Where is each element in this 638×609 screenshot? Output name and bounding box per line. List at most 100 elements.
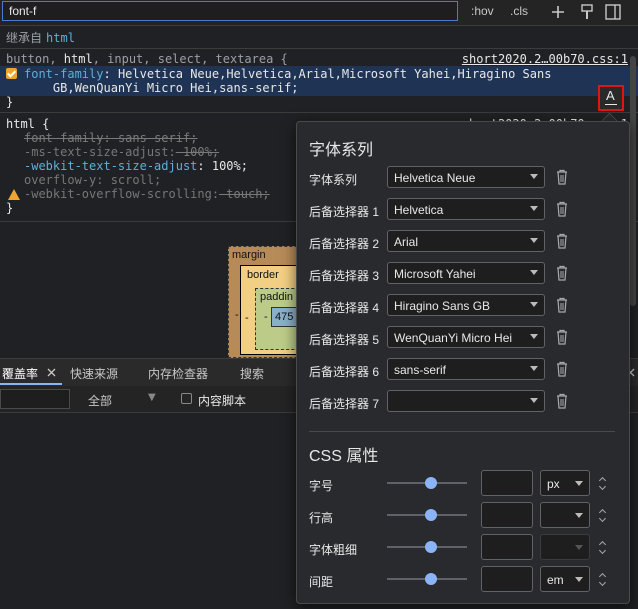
line-height-input[interactable]	[481, 502, 533, 528]
inherited-from-header: 继承自 html	[6, 29, 75, 46]
declaration-checkbox[interactable]	[6, 68, 17, 79]
font-size-input[interactable]	[481, 470, 533, 496]
active-tab-indicator	[0, 383, 62, 385]
chevron-down-icon	[530, 334, 538, 339]
margin-left-value: -	[235, 309, 239, 321]
trash-icon[interactable]	[555, 297, 569, 313]
section-divider	[309, 431, 615, 432]
border-left-value: -	[245, 312, 249, 324]
rule1-source-link[interactable]: short2020.2…00b70.css:1	[462, 52, 628, 66]
paint-brush-icon[interactable]	[578, 3, 596, 21]
trash-icon[interactable]	[555, 393, 569, 409]
rule2-declaration[interactable]: overflow-y: scroll;	[24, 173, 161, 187]
select-value: Microsoft Yahei	[394, 267, 476, 281]
trash-icon[interactable]	[555, 169, 569, 185]
font-size-stepper-icon[interactable]	[598, 474, 608, 492]
font-size-unit-select[interactable]: px	[540, 470, 590, 496]
font-family-select[interactable]: Helvetica Neue	[387, 166, 545, 188]
css-properties-section-title: CSS 属性	[309, 448, 379, 465]
styles-filter-bar: :hov .cls	[0, 0, 638, 26]
rule1-selector[interactable]: button, html, input, select, textarea {	[6, 52, 288, 66]
new-style-rule-icon[interactable]	[549, 3, 567, 21]
chevron-down-icon	[530, 206, 538, 211]
line-height-slider[interactable]	[387, 509, 467, 521]
chevron-down-icon	[530, 238, 538, 243]
font-weight-slider[interactable]	[387, 541, 467, 553]
rule2-declaration[interactable]: -ms-text-size-adjust: 100%;	[24, 145, 219, 159]
content-size: 475	[275, 311, 294, 323]
font-weight-input[interactable]	[481, 534, 533, 560]
slider-thumb[interactable]	[425, 509, 437, 521]
slider-thumb[interactable]	[425, 477, 437, 489]
line-height-stepper-icon[interactable]	[598, 506, 608, 524]
close-icon[interactable]	[47, 368, 56, 377]
letter-spacing-stepper-icon[interactable]	[598, 570, 608, 588]
letter-spacing-slider[interactable]	[387, 573, 467, 585]
font-row-label: 后备选择器 4	[309, 301, 380, 315]
property-name: -webkit-text-size-adjust	[24, 159, 198, 173]
padding-label: paddin	[260, 291, 294, 303]
trash-icon[interactable]	[555, 265, 569, 281]
divider	[0, 48, 638, 49]
font-editor-popup: 字体系列 字体系列 Helvetica Neue 后备选择器 1 Helveti…	[296, 121, 630, 604]
url-filter-input[interactable]	[0, 389, 70, 409]
rule2-selector[interactable]: html {	[6, 117, 49, 131]
property-value: sans-serif;	[110, 131, 198, 145]
chevron-down-icon: ▼	[148, 392, 156, 403]
property-name: -ms-text-size-adjust	[24, 145, 169, 159]
fallback-select-1[interactable]: Helvetica	[387, 198, 545, 220]
rule1-declaration[interactable]: font-family: Helvetica Neue,Helvetica,Ar…	[24, 67, 551, 81]
fallback-select-4[interactable]: Hiragino Sans GB	[387, 294, 545, 316]
font-row-label: 后备选择器 1	[309, 205, 380, 219]
property-value: 100%;	[175, 145, 220, 159]
line-height-unit-select[interactable]	[540, 502, 590, 528]
tab-memory-inspector[interactable]: 内存检查器	[148, 365, 208, 382]
select-value: Hiragino Sans GB	[394, 299, 491, 313]
chevron-down-icon	[530, 366, 538, 371]
trash-icon[interactable]	[555, 233, 569, 249]
fallback-select-3[interactable]: Microsoft Yahei	[387, 262, 545, 284]
margin-label: margin	[232, 249, 266, 261]
font-row-label: 后备选择器 3	[309, 269, 380, 283]
padding-left-value: -	[264, 311, 268, 323]
hov-button[interactable]: :hov	[471, 4, 494, 18]
scrollbar[interactable]	[630, 56, 636, 306]
computed-sidebar-icon[interactable]	[604, 3, 622, 21]
rule2-declaration[interactable]: font-family: sans-serif;	[24, 131, 197, 145]
slider-thumb[interactable]	[425, 573, 437, 585]
rule2-declaration[interactable]: -webkit-text-size-adjust: 100%;	[24, 159, 248, 173]
fallback-select-6[interactable]: sans-serif	[387, 358, 545, 380]
warning-icon[interactable]	[8, 189, 20, 200]
slider-thumb[interactable]	[425, 541, 437, 553]
fallback-select-7[interactable]	[387, 390, 545, 412]
font-weight-unit-select	[540, 534, 590, 560]
trash-icon[interactable]	[555, 329, 569, 345]
type-filter-select[interactable]: 全部	[88, 392, 112, 409]
property-value-continued: GB,WenQuanYi Micro Hei,sans-serif;	[24, 81, 299, 95]
inherited-element-link[interactable]: html	[46, 31, 75, 45]
font-row-label: 字体系列	[309, 173, 358, 187]
font-weight-stepper-icon[interactable]	[598, 538, 608, 556]
selector-part: button,	[6, 52, 64, 66]
tab-coverage[interactable]: 覆盖率	[2, 365, 38, 382]
rule2-declaration[interactable]: -webkit-overflow-scrolling: touch;	[24, 187, 270, 201]
font-editor-button[interactable]: A	[598, 85, 624, 111]
styles-filter-input[interactable]	[2, 1, 458, 21]
font-row-label: 后备选择器 5	[309, 333, 380, 347]
trash-icon[interactable]	[555, 201, 569, 217]
tab-quick-source[interactable]: 快速来源	[70, 365, 118, 382]
tab-search[interactable]: 搜索	[240, 365, 264, 382]
property-value: 100%;	[204, 159, 248, 173]
border-label: border	[247, 269, 279, 281]
fallback-select-2[interactable]: Arial	[387, 230, 545, 252]
unit-value: em	[547, 573, 564, 587]
fallback-select-5[interactable]: WenQuanYi Micro Hei	[387, 326, 545, 348]
content-scripts-checkbox[interactable]	[181, 393, 192, 404]
letter-spacing-input[interactable]	[481, 566, 533, 592]
cls-button[interactable]: .cls	[510, 4, 528, 18]
font-size-slider[interactable]	[387, 477, 467, 489]
trash-icon[interactable]	[555, 361, 569, 377]
property-value: touch;	[219, 187, 270, 201]
letter-spacing-unit-select[interactable]: em	[540, 566, 590, 592]
chevron-down-icon	[530, 302, 538, 307]
